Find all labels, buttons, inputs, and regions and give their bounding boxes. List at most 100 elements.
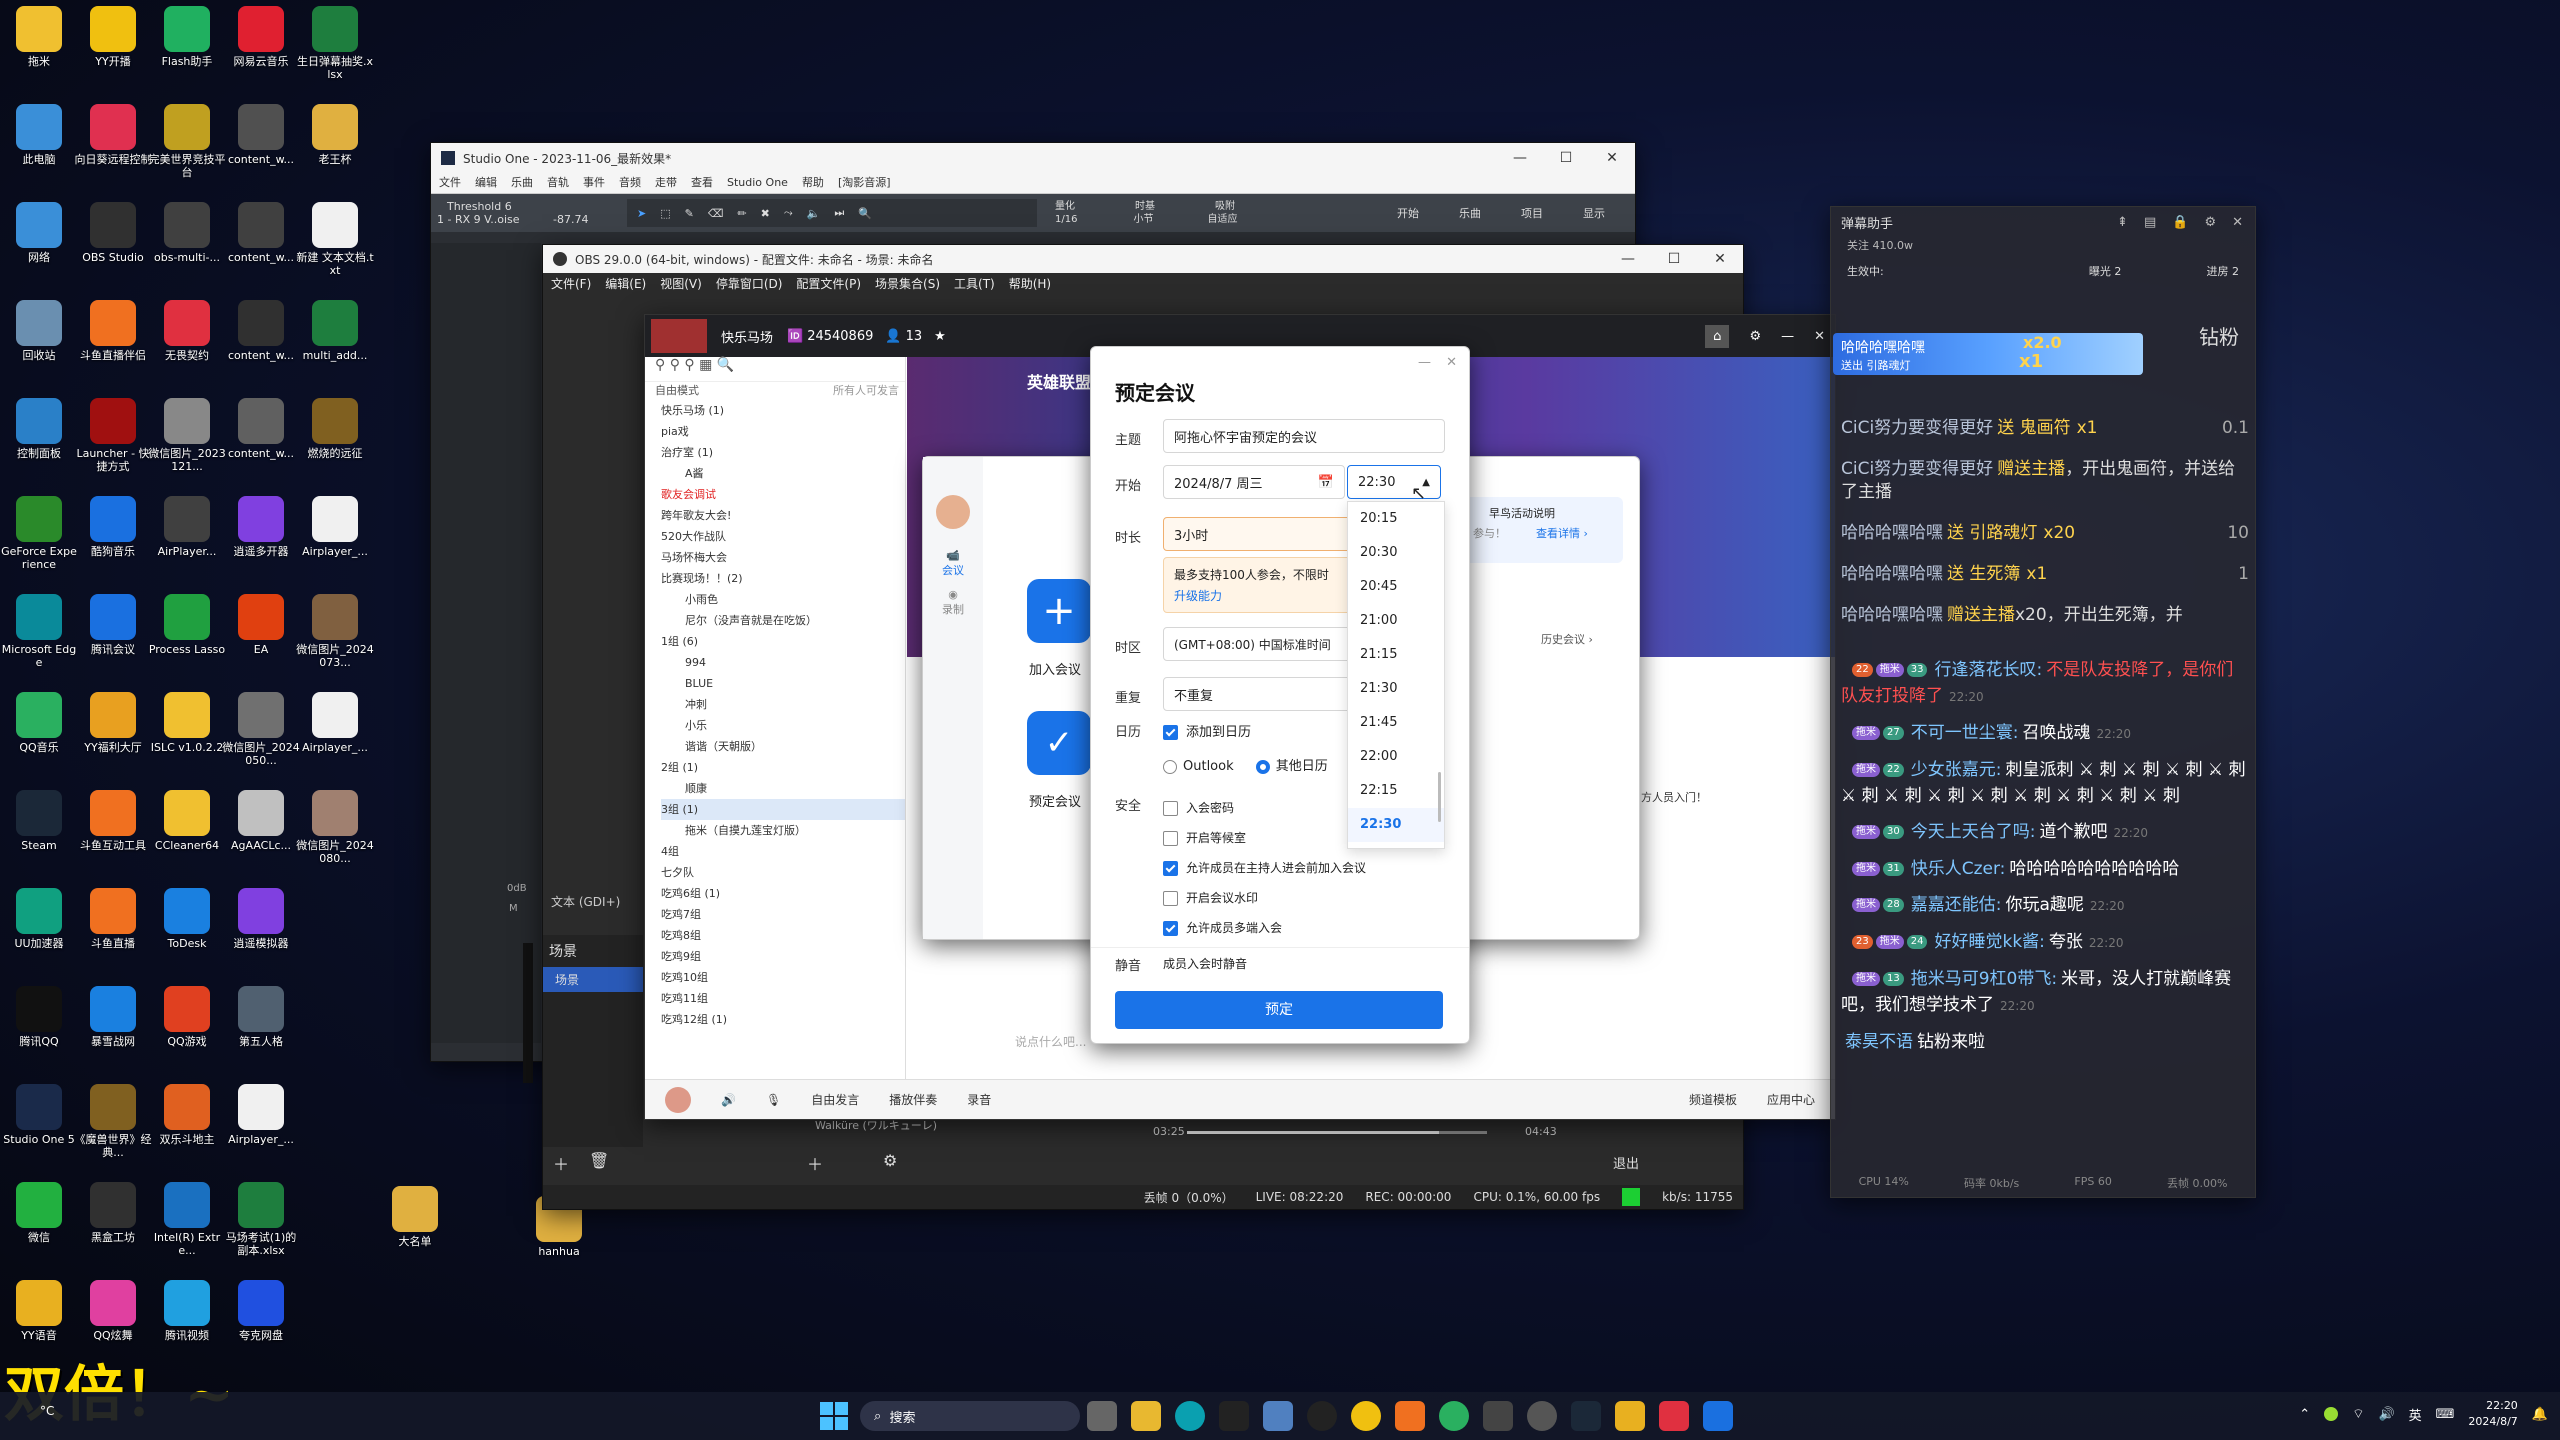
security-option[interactable]: 允许成员多端入会 (1163, 913, 1366, 943)
add-calendar-row[interactable]: 添加到日历 (1163, 721, 1251, 740)
desktop-icon[interactable]: 双乐斗地主 (148, 1084, 226, 1146)
time-option[interactable]: 21:45 (1348, 706, 1444, 740)
bend-tool-icon[interactable]: ⤳ (784, 206, 793, 220)
desktop-icon[interactable]: 夸克网盘 (222, 1280, 300, 1342)
record-button[interactable]: 录音 (967, 1091, 991, 1108)
desktop-icon[interactable]: 控制面板 (0, 398, 78, 460)
split-tool-icon[interactable]: ✎ (685, 207, 694, 220)
qq-music-icon[interactable] (1439, 1401, 1469, 1431)
maximize-icon[interactable]: ☐ (1543, 150, 1589, 166)
desktop-icon[interactable]: 腾讯QQ (0, 986, 78, 1048)
network-icon[interactable]: ⌔ (2352, 1406, 2364, 1422)
add-scene-icon[interactable]: ＋ (553, 1151, 569, 1175)
duration-select[interactable]: 3小时 (1163, 517, 1355, 551)
close-icon[interactable]: ✕ (1814, 329, 1825, 344)
desktop-icon[interactable]: UU加速器 (0, 888, 78, 950)
outlook-radio[interactable] (1163, 759, 1177, 774)
channel-tree-item[interactable]: 吃鸡11组 (661, 988, 905, 1009)
obs-menu-item[interactable]: 工具(T) (954, 277, 995, 291)
security-option[interactable]: 入会密码 (1163, 793, 1366, 823)
list-icon[interactable]: ▤ (2144, 215, 2156, 230)
notepad-icon[interactable] (1263, 1401, 1293, 1431)
danmu-titlebar[interactable]: 弹幕助手 ⇞ ▤ 🔒 ⚙ ✕ (1831, 207, 2255, 237)
desktop-icon[interactable]: content_w... (222, 300, 300, 362)
desktop-icon[interactable]: 向日葵远程控制 (74, 104, 152, 166)
start-button[interactable]: 开始 (1397, 205, 1419, 221)
time-select[interactable]: 22:30 ▲ (1347, 465, 1441, 499)
security-option-checkbox[interactable] (1163, 921, 1178, 936)
studio-one-menu-item[interactable]: Studio One (727, 176, 788, 189)
desktop-icon[interactable]: 斗鱼直播 (74, 888, 152, 950)
channel-tree-item[interactable]: 吃鸡7组 (661, 904, 905, 925)
channel-tree-item[interactable]: pia戏 (661, 421, 905, 442)
tray-app-icon[interactable] (2324, 1407, 2339, 1421)
channel-tree-item[interactable]: 快乐马场 (1) (661, 400, 905, 421)
desktop-icon[interactable]: Airplayer_... (222, 1084, 300, 1146)
clock-time[interactable]: 22:20 (2468, 1398, 2518, 1414)
security-option-checkbox[interactable] (1163, 801, 1178, 816)
calendar-icon[interactable]: 📅 (1318, 475, 1334, 490)
desktop-icon[interactable]: 燃烧的远征 (296, 398, 374, 460)
add-source-icon[interactable]: ＋ (807, 1151, 823, 1175)
obs-scene-controls[interactable]: ＋ 🗑 ＋ ⚙ 退出 (543, 1147, 1743, 1177)
studio-one-titlebar[interactable]: Studio One - 2023-11-06_最新效果* — ☐ ✕ (431, 143, 1635, 173)
channel-tree-item[interactable]: 尼尔（没声音就是在吃饭） (661, 610, 905, 631)
close-icon[interactable]: ✕ (1589, 150, 1635, 166)
channel-tree-item[interactable]: 4组 (661, 841, 905, 862)
show-button[interactable]: 显示 (1583, 205, 1605, 221)
channel-tree-item[interactable]: 吃鸡8组 (661, 925, 905, 946)
time-option[interactable]: 21:00 (1348, 604, 1444, 638)
nudge-tool-icon[interactable]: ⏭ (834, 206, 844, 220)
schedule-meeting-button[interactable]: ✓ (1027, 711, 1091, 775)
desktop-icon[interactable]: 微信图片_2023121... (148, 398, 226, 473)
lock-icon[interactable]: 🔒 (2172, 215, 2188, 230)
desktop-icon[interactable]: 逍遥多开器 (222, 496, 300, 558)
channel-tree-item[interactable]: 3组 (1) (661, 799, 905, 820)
channel-tree-item[interactable]: 马场怀梅大会 (661, 547, 905, 568)
add-calendar-checkbox[interactable] (1163, 725, 1178, 740)
desktop-icon[interactable]: ISLC v1.0.2.2 (148, 692, 226, 754)
desktop-icon[interactable]: content_w... (222, 104, 300, 166)
obs-menu-item[interactable]: 文件(F) (551, 277, 591, 291)
schedule-meeting-dialog[interactable]: — ✕ 预定会议 主题 阿拖心怀宇宙预定的会议 开始 2024/8/7 周三 📅… (1090, 346, 1470, 1044)
arrow-tool-icon[interactable]: ➤ (637, 207, 646, 220)
mute-button[interactable]: M (509, 903, 518, 914)
studio-one-icon[interactable] (1219, 1401, 1249, 1431)
channel-tree-item[interactable]: 拖米（自摸九莲宝灯版） (661, 820, 905, 841)
desktop-icon[interactable]: AgAACLc... (222, 790, 300, 852)
home-icon[interactable]: ⌂ (1705, 324, 1730, 348)
studio-one-menu-item[interactable]: 查看 (691, 176, 713, 189)
edge-icon[interactable] (1175, 1401, 1205, 1431)
yy-self-avatar[interactable] (665, 1086, 691, 1113)
desktop-icon[interactable]: AirPlayer... (148, 496, 226, 558)
obs-titlebar[interactable]: OBS 29.0.0 (64-bit, windows) - 配置文件: 未命名… (543, 245, 1743, 273)
speaker-icon[interactable]: 🔊 (721, 1093, 736, 1107)
ime-indicator[interactable]: 英 (2409, 1405, 2422, 1424)
desktop-icon[interactable]: 微信图片_2024050... (222, 692, 300, 767)
valorant-icon[interactable] (1659, 1401, 1689, 1431)
tool-buttons[interactable]: ➤ ⬚ ✎ ⌫ ✏ ✖ ⤳ 🔈 ⏭ 🔍 (627, 199, 1037, 227)
studio-one-menu-item[interactable]: 走带 (655, 176, 677, 189)
channel-tree-item[interactable]: 七夕队 (661, 862, 905, 883)
maximize-icon[interactable]: ☐ (1651, 251, 1697, 267)
channel-tree-item[interactable]: 治疗室 (1) (661, 442, 905, 463)
star-icon[interactable]: ★ (934, 329, 946, 344)
channel-tree-item[interactable]: 比赛现场！！(2) (661, 568, 905, 589)
repeat-select[interactable]: 不重复 (1163, 677, 1355, 711)
close-icon[interactable]: ✕ (2232, 215, 2243, 230)
desktop-icon[interactable]: content_w... (222, 398, 300, 460)
time-option[interactable]: 20:30 (1348, 536, 1444, 570)
desktop-icon[interactable]: multi_add... (296, 300, 374, 362)
desktop-icon[interactable]: Airplayer_... (296, 692, 374, 754)
accompany-button[interactable]: 播放伴奏 (889, 1091, 937, 1108)
desktop-icon[interactable]: QQ音乐 (0, 692, 78, 754)
volume-icon[interactable]: 🔊 (2378, 1407, 2394, 1422)
channel-tree-item[interactable]: 吃鸡12组 (1) (661, 1009, 905, 1030)
desktop-icon[interactable]: obs-multi-... (148, 202, 226, 264)
yy-icon[interactable] (1351, 1401, 1381, 1431)
channel-tree-item[interactable]: A酱 (661, 463, 905, 484)
app-center-button[interactable]: 应用中心 (1767, 1091, 1815, 1108)
channel-tree-item[interactable]: 994 (661, 652, 905, 673)
paint-tool-icon[interactable]: ✏ (737, 207, 746, 220)
activity-card[interactable]: 早鸟活动说明 参与！ 查看详情 › (1463, 497, 1623, 563)
